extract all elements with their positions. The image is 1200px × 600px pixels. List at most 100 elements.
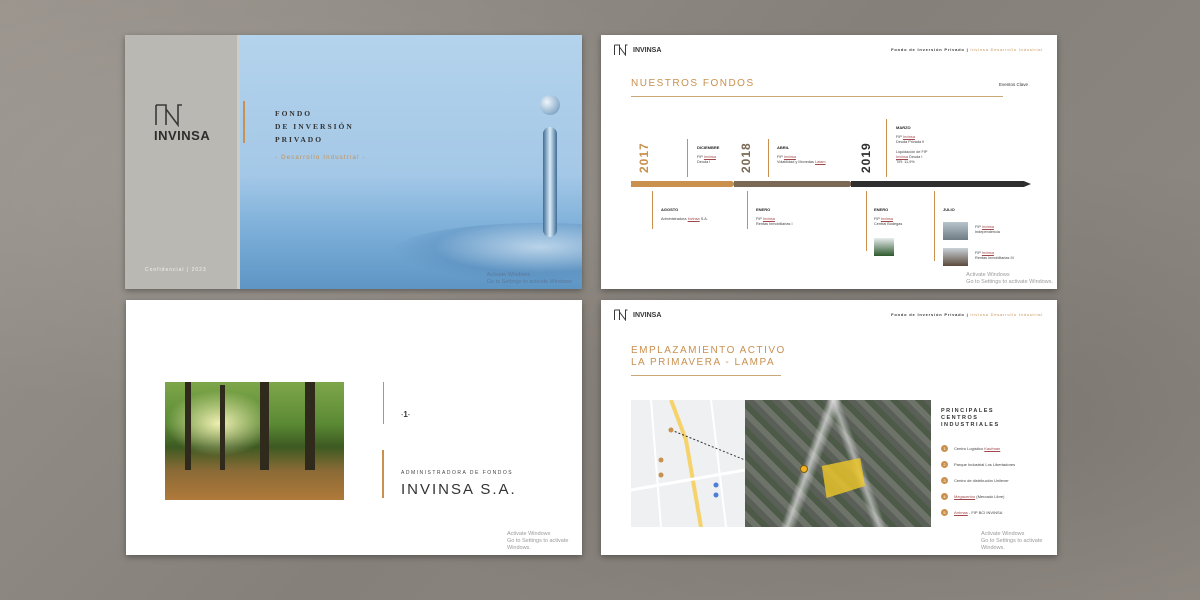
event-link[interactable]: Invinsa <box>982 225 994 229</box>
cover-brand: INVINSA <box>154 128 211 143</box>
activate-windows-watermark: Activate Windows Go to Settings to activ… <box>981 531 1057 552</box>
event-agosto-2017: AGOSTO Administradora Invinsa S.A. <box>661 207 708 222</box>
independencia-thumbnail <box>943 222 968 240</box>
watermark-line: Activate Windows <box>486 272 531 278</box>
event-julio-2019: JULIO <box>943 207 955 217</box>
cover-subtitle: - Desarrollo Industrial - <box>275 155 366 161</box>
activate-windows-watermark: Activate Windows Go to Settings to activ… <box>507 531 582 552</box>
list-post: - FIP BCI INVINSA <box>967 509 1003 515</box>
year-2019: 2019 <box>859 142 873 173</box>
section-title-line: LA PRIMAVERA - LAMPA <box>631 357 776 368</box>
header-accent: Invinsa <box>970 312 989 317</box>
event-month: ENERO <box>874 207 889 212</box>
event-enero-2018: ENERO FIP Invinsa Rentas Inmobiliarias I <box>756 207 793 227</box>
event-diciembre-2017: DICIEMBRE FIP Invinsa Deuda I <box>697 145 719 165</box>
tree-trunk <box>305 382 315 470</box>
slide-nuestros-fondos[interactable]: INVINSA Fondo de Inversión Privado | Inv… <box>601 35 1057 289</box>
forest-photo <box>165 382 344 500</box>
event-link[interactable]: Invinsa <box>982 251 994 255</box>
slide-administradora[interactable]: -1- ADMINISTRADORA DE FONDOS INVINSA S.A… <box>126 300 582 555</box>
principales-line: PRINCIPALES <box>941 408 995 414</box>
event-link[interactable]: Invinsa <box>763 217 775 221</box>
slide-emplazamiento[interactable]: INVINSA Fondo de Inversión Privado | Inv… <box>601 300 1057 555</box>
event-julio-item-1: FIP Invinsa Independencia <box>975 225 1000 235</box>
header-logo: INVINSA <box>613 309 661 321</box>
event-abril-2018: ABRIL FIP Invinsa Volatilidad y Monedas … <box>777 145 826 165</box>
event-link[interactable]: Invinsa <box>881 217 893 221</box>
event-link[interactable]: Latam <box>815 160 826 164</box>
watermark-line: Go to Settings to activate Windows. <box>507 538 569 551</box>
road-map-drawing <box>631 400 745 527</box>
event-text: Rentas Inmobiliarias III <box>975 256 1014 260</box>
list-post: (Mercado Libre) <box>975 493 1005 499</box>
year-2018: 2018 <box>739 142 753 173</box>
event-text: Administradora <box>661 217 687 221</box>
cover-title: FONDO DE INVERSIÓN PRIVADO <box>275 107 354 146</box>
cover-title-line: FONDO <box>275 109 313 118</box>
header-fund-label: Fondo de Inversión Privado | Invinsa Des… <box>891 47 1043 52</box>
event-link[interactable]: Invinsa <box>704 155 716 159</box>
list-pre: Centro Logístico <box>954 445 985 451</box>
list-text: Arrimas - FIP BCI INVINSA <box>954 510 1002 515</box>
event-month: AGOSTO <box>661 207 679 212</box>
list-item: 3 Centro de distribución Unilever <box>941 472 1015 488</box>
event-link[interactable]: Invinsa <box>896 155 908 159</box>
event-text: S.A. <box>700 217 708 221</box>
event-text: FIP <box>874 217 880 221</box>
header-separator: | <box>966 312 969 317</box>
event-text: FIP <box>896 135 902 139</box>
list-item: 4 Megacentro (Mercado Libre) <box>941 488 1015 504</box>
accent-line-bottom <box>382 450 384 498</box>
industrial-centers-list: 1 Centro Logístico Kaufman 2 Parque Indu… <box>941 440 1015 520</box>
list-text: Centro Logístico Kaufman <box>954 446 1000 451</box>
event-text: Rentas Inmobiliarias I <box>756 222 793 226</box>
invinsa-logo-icon <box>614 44 628 56</box>
list-number: 5 <box>941 508 948 516</box>
water-drop-photo <box>240 35 582 289</box>
list-number: 1 <box>941 444 948 452</box>
event-text: FIP <box>975 225 981 229</box>
list-link[interactable]: Megacentro <box>954 494 975 499</box>
principales-line: INDUSTRIALES <box>941 422 1000 428</box>
activate-windows-watermark: Activate Windows Go to Settings to activ… <box>966 272 1053 286</box>
header-fund-name: Fondo de Inversión Privado <box>891 312 965 317</box>
invinsa-logo-icon <box>155 104 182 127</box>
event-link[interactable]: Invinsa <box>903 135 915 139</box>
event-tick <box>687 139 688 177</box>
road-map[interactable] <box>631 400 745 527</box>
slide-cover[interactable]: INVINSA FONDO DE INVERSIÓN PRIVADO - Des… <box>125 35 582 289</box>
header-brand: INVINSA <box>633 311 662 319</box>
cover-title-line: PRIVADO <box>275 135 324 144</box>
event-enero-2019: ENERO FIP Invinsa Central Bodegas <box>874 207 902 227</box>
event-text: Volatilidad y Monedas <box>777 160 814 164</box>
event-month: DICIEMBRE <box>697 145 720 150</box>
event-link[interactable]: Invinsa <box>784 155 796 159</box>
section-rule <box>631 375 781 376</box>
section-title: NUESTROS FONDOS <box>631 78 755 89</box>
event-tick <box>747 191 748 229</box>
event-tick <box>934 191 935 261</box>
watermark-line: Activate Windows <box>507 531 551 537</box>
event-tick <box>866 191 867 251</box>
event-text: FIP <box>975 251 981 255</box>
tree-trunk <box>260 382 269 470</box>
event-text: FIP <box>697 155 703 159</box>
list-link[interactable]: Arrimas <box>954 510 968 515</box>
event-text: Independencia <box>975 230 1000 234</box>
tree-trunk <box>185 382 191 470</box>
event-link[interactable]: Invinsa <box>688 217 700 221</box>
event-month: ENERO <box>756 207 771 212</box>
list-link[interactable]: Kaufman <box>984 446 1000 451</box>
water-column <box>543 127 557 237</box>
timeline-segment-2017 <box>631 181 736 187</box>
section-number-value: 1 <box>403 410 408 419</box>
cover-accent-line <box>243 101 245 143</box>
list-item: 2 Parque Industrial Los Libertadores <box>941 456 1015 472</box>
tree-trunk <box>220 385 225 470</box>
invinsa-logo-icon <box>614 309 628 321</box>
list-number: 4 <box>941 492 948 500</box>
satellite-map[interactable] <box>745 400 931 527</box>
event-text: TIR: 11,9% <box>896 160 915 164</box>
list-text: Centro de distribución Unilever <box>954 477 1009 483</box>
event-text: Liquidación de FIP <box>896 150 928 154</box>
